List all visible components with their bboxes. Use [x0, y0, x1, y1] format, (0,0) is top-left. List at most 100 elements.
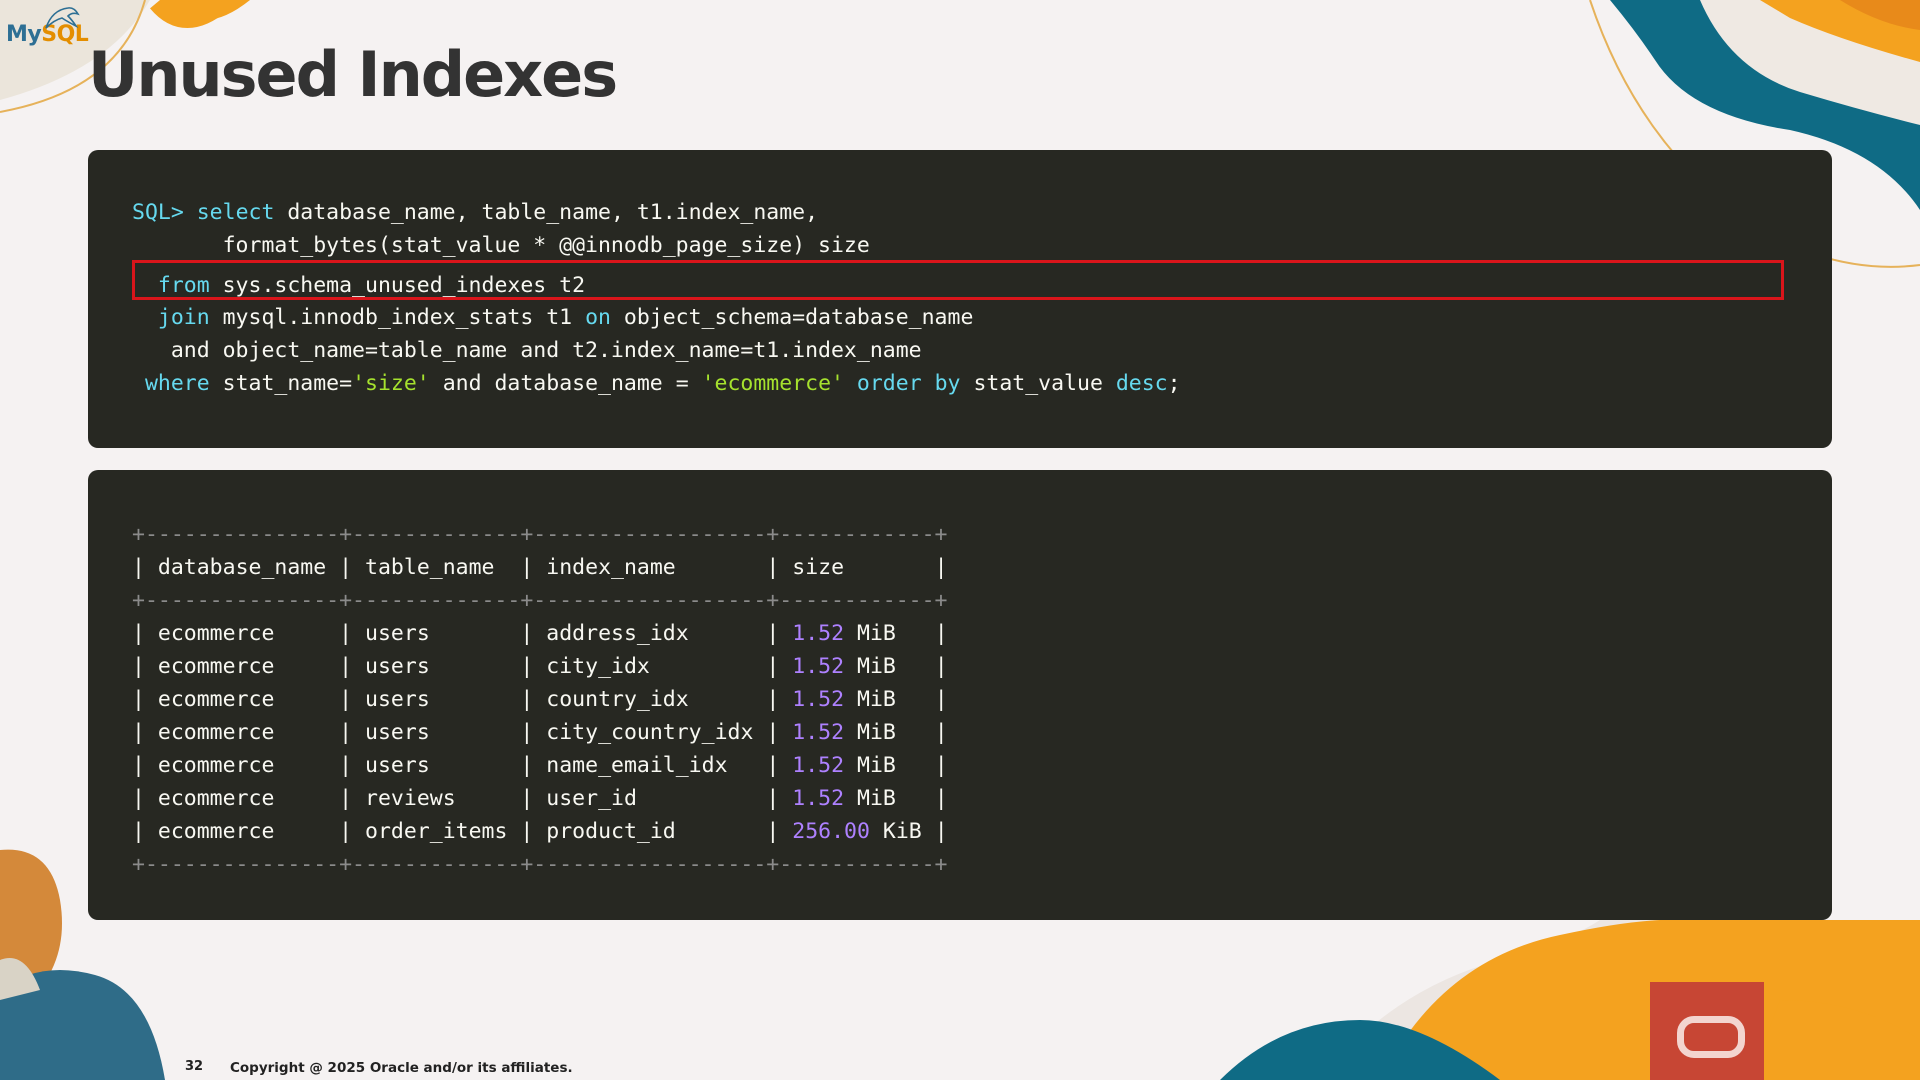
- table-cell: ecommerce: [145, 654, 339, 679]
- sql-line: SQL> select database_name, table_name, t…: [132, 196, 1181, 229]
- size-value: 1.52: [792, 720, 845, 745]
- table-cell: city_country_idx: [533, 720, 766, 745]
- sql-line: join mysql.innodb_index_stats t1 on obje…: [132, 301, 1181, 334]
- table-cell: users: [352, 621, 520, 646]
- mysql-logo: MySQL: [6, 7, 89, 47]
- cell-value: city_idx: [546, 654, 650, 679]
- table-cell: ecommerce: [145, 621, 339, 646]
- table-row: | ecommerce | users | city_country_idx |…: [132, 720, 948, 745]
- sql-text: object_schema=database_name: [610, 305, 974, 330]
- table-row: | ecommerce | users | country_idx | 1.52…: [132, 687, 948, 712]
- table-row: | ecommerce | order_items | product_id |…: [132, 819, 948, 844]
- sql-keyword: join: [157, 305, 210, 330]
- size-unit: KiB: [882, 819, 922, 844]
- query-result-panel: +---------------+-------------+---------…: [88, 470, 1832, 920]
- table-cell: country_idx: [533, 687, 766, 712]
- table-cell: ecommerce: [145, 786, 339, 811]
- table-row: | ecommerce | users | address_idx | 1.52…: [132, 621, 948, 646]
- sql-string: 'ecommerce': [701, 371, 844, 396]
- result-table: +---------------+-------------+---------…: [132, 518, 948, 881]
- sql-text: stat_value: [960, 371, 1116, 396]
- size-unit: MiB: [857, 753, 896, 778]
- sql-keyword: from: [157, 273, 210, 298]
- oracle-logo: [1650, 982, 1764, 1080]
- cell-value: country_idx: [546, 687, 689, 712]
- table-header-cell: table_name: [352, 555, 520, 580]
- size-cell: 1.52 MiB: [779, 654, 934, 679]
- header-label: index_name: [546, 555, 676, 580]
- sql-text: and object_name=table_name and t2.index_…: [132, 338, 922, 363]
- cell-value: ecommerce: [157, 621, 275, 646]
- cell-value: users: [365, 687, 430, 712]
- cell-value: users: [365, 621, 430, 646]
- slide-title: Unused Indexes: [88, 38, 618, 111]
- table-header-cell: index_name: [533, 555, 766, 580]
- size-unit: MiB: [857, 786, 896, 811]
- table-cell: reviews: [352, 786, 520, 811]
- sql-keyword: select: [196, 200, 275, 225]
- table-row: | ecommerce | reviews | user_id | 1.52 M…: [132, 786, 948, 811]
- size-value: 1.52: [792, 621, 845, 646]
- sql-text: stat_name=: [209, 371, 353, 396]
- size-value: 1.52: [792, 753, 845, 778]
- table-cell: ecommerce: [145, 753, 339, 778]
- table-cell: order_items: [352, 819, 520, 844]
- dolphin-icon: [45, 7, 80, 29]
- cell-value: order_items: [365, 819, 508, 844]
- size-cell: 1.52 MiB: [779, 687, 934, 712]
- table-cell: ecommerce: [145, 720, 339, 745]
- sql-query-panel: SQL> select database_name, table_name, t…: [88, 150, 1832, 448]
- cell-value: user_id: [546, 786, 637, 811]
- sql-text: database_name, table_name, t1.index_name…: [274, 200, 819, 225]
- sql-line: and object_name=table_name and t2.index_…: [132, 334, 1181, 367]
- cell-value: name_email_idx: [546, 753, 728, 778]
- cell-value: ecommerce: [157, 720, 275, 745]
- sql-line: from sys.schema_unused_indexes t2: [132, 269, 1181, 302]
- table-cell: users: [352, 687, 520, 712]
- sql-line: format_bytes(stat_value * @@innodb_page_…: [132, 229, 1181, 262]
- size-value: 1.52: [792, 786, 845, 811]
- sql-keyword: by: [934, 371, 961, 396]
- sql-keyword: order: [856, 371, 922, 396]
- size-cell: 256.00 KiB: [779, 819, 934, 844]
- cell-value: users: [365, 720, 430, 745]
- sql-keyword: on: [585, 305, 611, 330]
- size-cell: 1.52 MiB: [779, 786, 934, 811]
- cell-value: address_idx: [546, 621, 689, 646]
- cell-value: users: [365, 753, 430, 778]
- sql-keyword: desc: [1115, 371, 1168, 396]
- cell-value: product_id: [546, 819, 676, 844]
- cell-value: ecommerce: [157, 753, 275, 778]
- table-cell: users: [352, 753, 520, 778]
- cell-value: ecommerce: [157, 687, 275, 712]
- size-value: 256.00: [792, 819, 870, 844]
- sql-string: 'size': [352, 371, 430, 396]
- size-unit: MiB: [857, 621, 896, 646]
- size-value: 1.52: [792, 654, 845, 679]
- sql-query-code: SQL> select database_name, table_name, t…: [132, 196, 1181, 400]
- header-label: table_name: [365, 555, 495, 580]
- table-header-cell: size: [779, 555, 934, 580]
- cell-value: city_country_idx: [546, 720, 754, 745]
- cell-value: ecommerce: [157, 654, 275, 679]
- table-cell: ecommerce: [145, 819, 339, 844]
- table-cell: product_id: [533, 819, 766, 844]
- header-label: size: [792, 555, 845, 580]
- table-border: +---------------+-------------+---------…: [132, 522, 948, 547]
- sql-line: where stat_name='size' and database_name…: [132, 367, 1181, 400]
- cell-value: users: [365, 654, 430, 679]
- table-cell: name_email_idx: [533, 753, 766, 778]
- table-cell: users: [352, 654, 520, 679]
- table-row: | ecommerce | users | name_email_idx | 1…: [132, 753, 948, 778]
- table-cell: city_idx: [533, 654, 766, 679]
- size-unit: MiB: [857, 654, 896, 679]
- table-cell: user_id: [533, 786, 766, 811]
- header-label: database_name: [157, 555, 327, 580]
- cell-value: reviews: [365, 786, 456, 811]
- logo-text-main: My: [6, 22, 42, 47]
